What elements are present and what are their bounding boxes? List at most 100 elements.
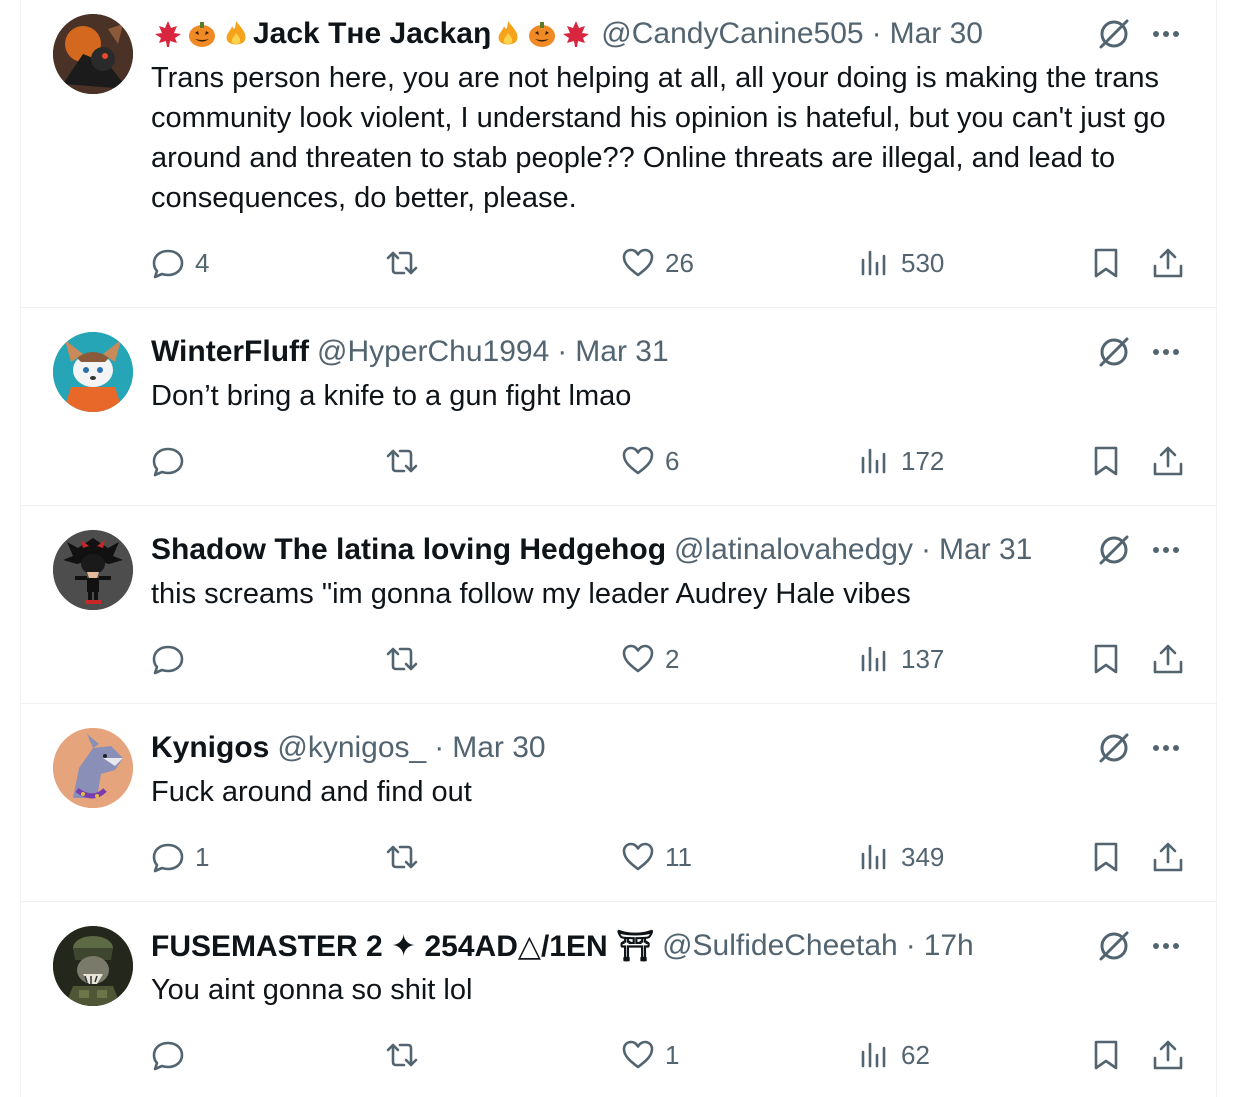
grok-icon[interactable] (1096, 928, 1132, 964)
more-icon[interactable] (1148, 730, 1184, 766)
grok-icon[interactable] (1096, 532, 1132, 568)
user-handle[interactable]: @HyperChu1994 (317, 335, 549, 369)
more-icon[interactable] (1148, 532, 1184, 568)
views-icon (861, 646, 886, 672)
display-name[interactable]: FUSEMASTER 2 ✦ 254AD△/1EN ⛩ (151, 929, 654, 964)
reply-button[interactable] (151, 1035, 195, 1075)
timestamp[interactable]: 17h (924, 929, 974, 963)
tweet[interactable]: WinterFluff @HyperChu1994 · Mar 31 Don’t… (21, 308, 1218, 506)
like-count: 11 (665, 841, 692, 872)
like-button[interactable]: 26 (621, 243, 694, 283)
reply-button[interactable] (151, 639, 195, 679)
avatar[interactable] (53, 926, 133, 1006)
bookmark-button[interactable] (1089, 441, 1123, 481)
reply-button[interactable] (151, 441, 195, 481)
tweet[interactable]: Kynigos @kynigos_ · Mar 30 Fuck around a… (21, 704, 1218, 902)
display-name[interactable]: Jack Tнe Jackaŋ (253, 17, 491, 51)
view-count: 137 (901, 643, 945, 674)
reply-count: 1 (195, 841, 210, 872)
repost-button[interactable] (385, 837, 429, 877)
views-button[interactable]: 349 (857, 837, 944, 877)
repost-button[interactable] (385, 441, 429, 481)
more-icon[interactable] (1148, 16, 1184, 52)
reply-button[interactable]: 1 (151, 837, 209, 877)
repost-icon (386, 647, 418, 671)
tweet-header: WinterFluff @HyperChu1994 · Mar 31 (151, 334, 669, 370)
share-button[interactable] (1151, 243, 1185, 283)
display-name[interactable]: WinterFluff (151, 335, 309, 369)
tweet[interactable]: Jack Tнe Jackaŋ @CandyCanine505 · Mar 30… (21, 0, 1218, 308)
avatar[interactable] (53, 14, 133, 94)
views-button[interactable]: 137 (857, 639, 944, 679)
avatar[interactable] (53, 530, 133, 610)
repost-button[interactable] (385, 243, 429, 283)
tweet-text: Trans person here, you are not helping a… (151, 62, 1166, 214)
bookmark-button[interactable] (1089, 639, 1123, 679)
pumpkin-icon (529, 22, 556, 47)
more-icon[interactable] (1148, 334, 1184, 370)
user-handle[interactable]: @CandyCanine505 (601, 17, 863, 51)
action-bar: 6 172 (151, 441, 1191, 481)
heart-icon (622, 842, 654, 871)
like-button[interactable]: 6 (621, 441, 679, 481)
views-button[interactable]: 530 (857, 243, 944, 283)
like-count: 2 (665, 643, 680, 674)
views-button[interactable]: 172 (857, 441, 944, 481)
repost-icon (386, 1043, 418, 1067)
separator-dot: · (871, 17, 882, 50)
view-count: 349 (901, 841, 945, 872)
view-count: 172 (901, 445, 945, 476)
bookmark-button[interactable] (1089, 1035, 1123, 1075)
share-button[interactable] (1151, 639, 1185, 679)
display-name[interactable]: Shadow The latina loving Hedgehog (151, 533, 666, 567)
timestamp[interactable]: Mar 31 (575, 335, 668, 369)
repost-button[interactable] (385, 1035, 429, 1075)
tweet-text: You aint gonna so shit lol (151, 974, 473, 1006)
more-icon[interactable] (1148, 928, 1184, 964)
timestamp[interactable]: Mar 31 (939, 533, 1032, 567)
views-icon (861, 844, 886, 870)
bookmark-button[interactable] (1089, 243, 1123, 283)
tweet-header: Shadow The latina loving Hedgehog @latin… (151, 532, 1032, 568)
like-button[interactable]: 2 (621, 639, 679, 679)
user-handle[interactable]: @SulfideCheetah (662, 929, 898, 963)
reply-button[interactable]: 4 (151, 243, 209, 283)
maple-leaf-icon (563, 21, 590, 47)
action-bar: 1 62 (151, 1035, 1191, 1075)
repost-icon (386, 845, 418, 869)
tweet-text: Don’t bring a knife to a gun fight lmao (151, 380, 632, 412)
reply-icon (152, 843, 184, 873)
bookmark-icon (1094, 446, 1118, 476)
views-button[interactable]: 62 (857, 1035, 930, 1075)
timestamp[interactable]: Mar 30 (452, 731, 545, 765)
grok-icon[interactable] (1096, 334, 1132, 370)
timestamp[interactable]: Mar 30 (890, 17, 983, 51)
repost-button[interactable] (385, 639, 429, 679)
share-button[interactable] (1151, 441, 1185, 481)
user-handle[interactable]: @latinalovahedgy (674, 533, 913, 567)
avatar[interactable] (53, 332, 133, 412)
bookmark-icon (1094, 644, 1118, 674)
grok-icon[interactable] (1096, 730, 1132, 766)
like-button[interactable]: 11 (621, 837, 692, 877)
repost-icon (386, 449, 418, 473)
view-count: 62 (901, 1039, 930, 1070)
heart-icon (622, 1040, 654, 1069)
tweet-header: Jack Tнe Jackaŋ @CandyCanine505 · Mar 30 (151, 16, 983, 52)
fire-icon (498, 21, 518, 45)
action-bar: 4 26 530 (151, 243, 1191, 283)
tweet[interactable]: FUSEMASTER 2 ✦ 254AD△/1EN ⛩ @SulfideChee… (21, 902, 1218, 1097)
share-button[interactable] (1151, 837, 1185, 877)
tweet[interactable]: Shadow The latina loving Hedgehog @latin… (21, 506, 1218, 704)
display-name[interactable]: Kynigos (151, 731, 269, 765)
like-button[interactable]: 1 (621, 1035, 679, 1075)
views-icon (861, 1042, 886, 1068)
share-button[interactable] (1151, 1035, 1185, 1075)
pumpkin-icon (189, 22, 215, 47)
grok-icon[interactable] (1096, 16, 1132, 52)
avatar[interactable] (53, 728, 133, 808)
views-icon (861, 250, 886, 276)
heart-icon (622, 446, 654, 475)
user-handle[interactable]: @kynigos_ (277, 731, 426, 765)
bookmark-button[interactable] (1089, 837, 1123, 877)
